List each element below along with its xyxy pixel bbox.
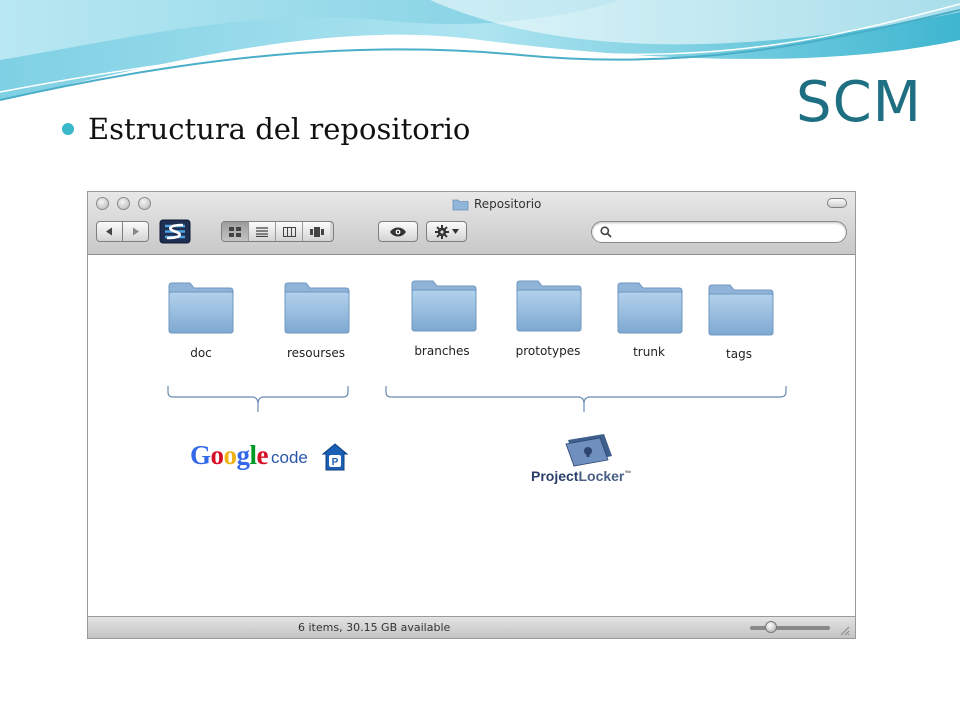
forward-arrow-icon (133, 227, 139, 236)
folder-label: branches (414, 344, 470, 358)
bracket-left-group (167, 386, 349, 412)
project-locker-icon (565, 434, 612, 467)
icon-view-button[interactable] (222, 222, 249, 241)
icon-size-slider-handle[interactable] (765, 621, 777, 633)
folder-icon[interactable] (166, 280, 236, 336)
column-view-button[interactable] (276, 222, 303, 241)
trademark-symbol: ™ (624, 470, 632, 478)
forward-button[interactable] (122, 221, 149, 242)
folder-icon[interactable] (615, 280, 685, 336)
status-bar: 6 items, 30.15 GB available (88, 616, 855, 638)
folder-icon[interactable] (514, 278, 584, 334)
back-arrow-icon (106, 227, 112, 236)
icon-view-icon (229, 226, 241, 237)
gear-icon (434, 224, 449, 239)
bullet-text: Estructura del repositorio (88, 112, 471, 146)
view-mode-segmented-control (221, 221, 334, 242)
svn-s-logo-icon (159, 219, 191, 244)
minimize-window-button[interactable] (117, 197, 130, 210)
folder-icon[interactable] (706, 282, 776, 338)
eye-icon (390, 227, 406, 236)
project-locker-part1: Project (531, 468, 579, 484)
coverflow-view-icon (309, 226, 324, 237)
folder-icon (452, 199, 469, 210)
google-code-suffix: code (271, 448, 308, 467)
search-input[interactable] (591, 221, 847, 243)
finder-toolbar: Repositorio (88, 192, 855, 255)
folder-icon[interactable] (282, 280, 352, 336)
google-code-logo: Google (190, 440, 269, 471)
status-text: 6 items, 30.15 GB available (298, 621, 451, 634)
quick-look-button[interactable] (378, 221, 418, 242)
list-view-button[interactable] (249, 222, 276, 241)
window-title: Repositorio (474, 197, 542, 211)
finder-window: Repositorio doc resourses branches proto… (88, 192, 855, 638)
folder-icon[interactable] (409, 278, 479, 334)
project-locker-wordmark: ProjectLocker™ (531, 468, 631, 484)
folder-label: prototypes (515, 344, 581, 358)
back-button[interactable] (96, 221, 123, 242)
zoom-window-button[interactable] (138, 197, 151, 210)
icon-size-slider-track[interactable] (750, 626, 830, 630)
list-view-icon (256, 226, 268, 237)
folder-label: tags (726, 347, 752, 361)
window-title-bar: Repositorio (452, 197, 541, 211)
search-icon (600, 226, 612, 238)
chevron-down-icon (451, 229, 459, 234)
google-wordmark: Google (190, 440, 269, 470)
close-window-button[interactable] (96, 197, 109, 210)
toolbar-toggle-button[interactable] (827, 198, 847, 208)
folder-label: resourses (286, 346, 346, 360)
bullet-dot-icon (62, 123, 74, 135)
bracket-right-group (385, 386, 787, 412)
column-view-icon (282, 226, 296, 237)
svg-text:P: P (332, 457, 339, 468)
slide-title: SCM (796, 70, 922, 135)
bullet-item: Estructura del repositorio (62, 112, 470, 146)
folder-label: doc (190, 346, 212, 360)
folder-label: trunk (633, 345, 665, 359)
project-locker-part2: Locker (578, 468, 625, 484)
coverflow-view-button[interactable] (303, 222, 330, 241)
action-menu-button[interactable] (426, 221, 467, 242)
svn-app-icon[interactable] (159, 219, 191, 244)
project-hosting-house-icon: P (321, 443, 349, 471)
resize-grip-icon[interactable] (838, 624, 850, 636)
